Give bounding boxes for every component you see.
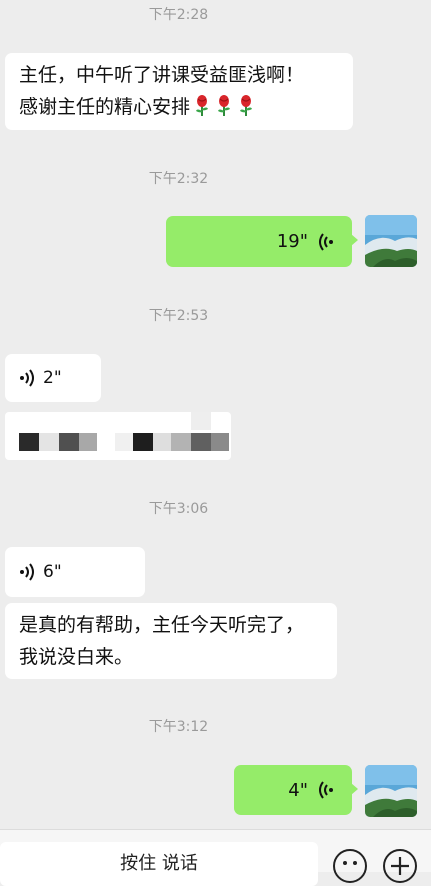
- message-line: 主任，中午听了讲课受益匪浅啊！: [19, 64, 305, 86]
- rose-icon: [240, 95, 253, 116]
- pixel-block: [133, 433, 153, 451]
- timestamp: 下午2:28: [148, 7, 209, 23]
- voice-duration: 4": [288, 779, 308, 801]
- incoming-message[interactable]: 主任，中午听了讲课受益匪浅啊！ 感谢主任的精心安排: [5, 53, 353, 130]
- message-line-with-flowers: 感谢主任的精心安排: [19, 91, 339, 123]
- pixel-block: [79, 433, 97, 451]
- message-line: 我说没白来。: [19, 646, 134, 668]
- pixel-block: [115, 433, 133, 451]
- timestamp: 下午3:12: [148, 719, 209, 735]
- timestamp: 下午2:32: [148, 171, 209, 187]
- incoming-message[interactable]: 是真的有帮助，主任今天听完了， 我说没白来。: [5, 603, 337, 679]
- hold-to-talk-button[interactable]: 按住 说话: [0, 842, 318, 886]
- outgoing-voice-message[interactable]: 4": [234, 765, 358, 815]
- input-bar: 按住 说话: [0, 829, 431, 886]
- outgoing-voice-message[interactable]: 19": [166, 216, 358, 267]
- timestamp: 下午2:53: [148, 308, 209, 324]
- incoming-voice-message[interactable]: 2": [5, 354, 101, 402]
- landscape-avatar-image: [365, 765, 417, 817]
- rose-icon: [218, 95, 231, 116]
- pixel-block: [171, 433, 191, 451]
- rose-icon: [196, 95, 209, 116]
- plus-icon[interactable]: [383, 849, 417, 883]
- emoji-icon[interactable]: [333, 849, 367, 883]
- pixel-block: [211, 433, 229, 451]
- redacted-image-message[interactable]: [5, 412, 231, 460]
- pixel-block: [59, 433, 79, 451]
- landscape-avatar-image: [365, 215, 417, 267]
- avatar[interactable]: [365, 215, 417, 267]
- pixel-block: [191, 412, 211, 430]
- voice-duration: 6": [43, 562, 62, 582]
- pixel-block: [191, 433, 211, 451]
- voice-wave-icon: [319, 781, 333, 799]
- voice-wave-icon: [20, 563, 34, 581]
- incoming-voice-message[interactable]: 6": [5, 547, 145, 597]
- timestamp: 下午3:06: [148, 501, 209, 517]
- pixel-block: [39, 433, 59, 451]
- voice-duration: 2": [43, 368, 62, 388]
- pixel-block: [19, 433, 39, 451]
- pixel-block: [153, 433, 171, 451]
- message-line: 是真的有帮助，主任今天听完了，: [19, 614, 305, 636]
- message-line: 感谢主任的精心安排: [19, 96, 191, 118]
- avatar[interactable]: [365, 765, 417, 817]
- voice-duration: 19": [276, 231, 308, 252]
- voice-wave-icon: [20, 369, 34, 387]
- voice-wave-icon: [319, 232, 333, 251]
